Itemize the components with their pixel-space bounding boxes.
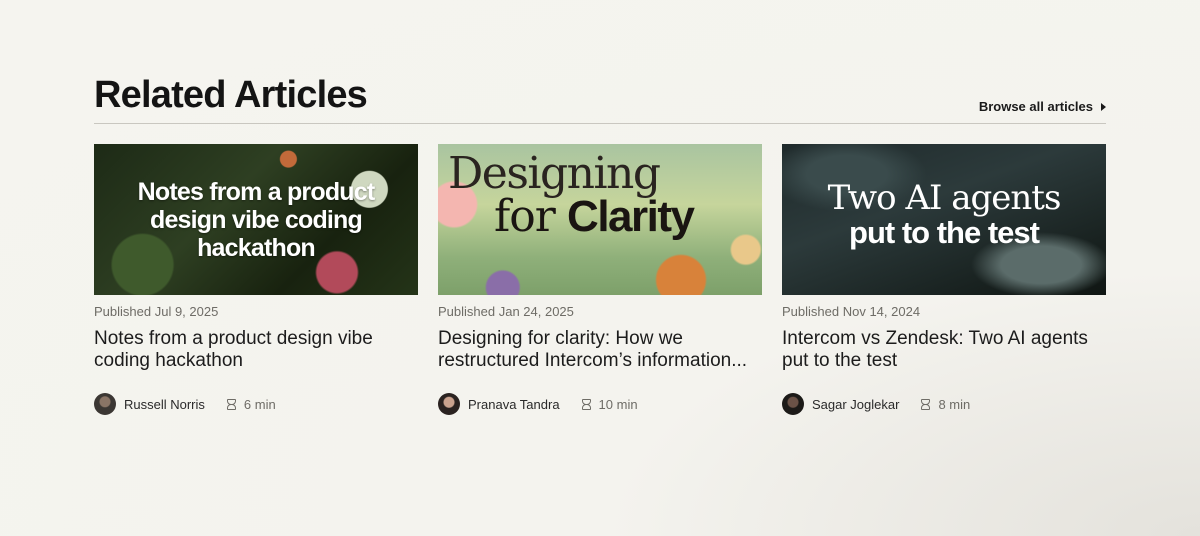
article-thumbnail[interactable]: Notes from a product design vibe coding … — [94, 144, 418, 295]
article-meta: Pranava Tandra 10 min — [438, 393, 762, 415]
article-headline[interactable]: Notes from a product design vibe coding … — [94, 328, 418, 372]
thumbnail-text-line1: Two AI agents — [827, 178, 1062, 218]
thumbnail-text-line2: put to the test — [849, 215, 1040, 250]
hourglass-icon — [226, 398, 236, 410]
article-card[interactable]: Two AI agents put to the test Published … — [782, 144, 1106, 415]
author-name: Sagar Joglekar — [812, 396, 900, 412]
thumbnail-text: Notes from a product design vibe coding … — [137, 177, 376, 262]
article-meta: Russell Norris 6 min — [94, 393, 418, 415]
article-thumbnail[interactable]: Two AI agents put to the test — [782, 144, 1106, 295]
section-title: Related Articles — [94, 74, 368, 116]
article-meta: Sagar Joglekar 8 min — [782, 393, 1106, 415]
hourglass-icon — [581, 398, 591, 410]
published-date: Published Jan 24, 2025 — [438, 304, 574, 319]
author-avatar — [438, 393, 460, 415]
thumbnail-text-line2: for Clarity — [494, 191, 695, 242]
author-name: Russell Norris — [124, 396, 205, 412]
article-cards: Notes from a product design vibe coding … — [94, 144, 1106, 415]
author-avatar — [782, 393, 804, 415]
article-card[interactable]: Notes from a product design vibe coding … — [94, 144, 418, 415]
section-header: Related Articles Browse all articles — [94, 74, 1106, 124]
hourglass-icon — [921, 398, 931, 410]
article-headline[interactable]: Designing for clarity: How we restructur… — [438, 328, 762, 372]
caret-right-icon — [1101, 102, 1106, 111]
browse-all-articles-link[interactable]: Browse all articles — [979, 99, 1106, 114]
related-articles-section: Related Articles Browse all articles Not… — [94, 74, 1106, 415]
read-time: 6 min — [243, 396, 276, 412]
read-time: 10 min — [598, 396, 638, 412]
author-name: Pranava Tandra — [468, 396, 560, 412]
read-time: 8 min — [938, 396, 971, 412]
author-avatar — [94, 393, 116, 415]
article-headline[interactable]: Intercom vs Zendesk: Two AI agents put t… — [782, 328, 1106, 372]
article-card[interactable]: Designing for Clarity Published Jan 24, … — [438, 144, 762, 415]
thumbnail-text-line2a: for — [494, 191, 556, 242]
published-date: Published Nov 14, 2024 — [782, 304, 921, 319]
published-date: Published Jul 9, 2025 — [94, 304, 219, 319]
browse-all-label: Browse all articles — [978, 99, 1093, 114]
article-thumbnail[interactable]: Designing for Clarity — [438, 144, 762, 295]
thumbnail-text-line2b: Clarity — [567, 192, 695, 241]
thumbnail-text-line1: Designing — [448, 148, 661, 199]
